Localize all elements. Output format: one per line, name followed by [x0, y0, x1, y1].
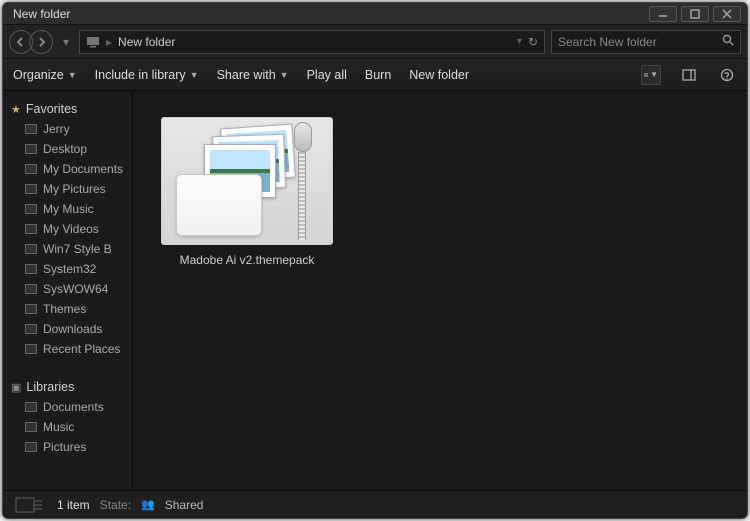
star-icon: ★: [11, 103, 21, 116]
sidebar-item-system32[interactable]: System32: [3, 259, 132, 279]
sidebar-item-label: My Music: [43, 202, 94, 216]
forward-button[interactable]: [29, 30, 53, 54]
sidebar-item-my-videos[interactable]: My Videos: [3, 219, 132, 239]
libraries-header[interactable]: ▣ Libraries: [3, 377, 132, 397]
titlebar: New folder: [3, 3, 747, 25]
favorites-label: Favorites: [26, 102, 77, 116]
folder-icon: [25, 224, 37, 234]
libraries-label: Libraries: [26, 380, 74, 394]
folder-icon: [25, 184, 37, 194]
sidebar-item-pictures[interactable]: Pictures: [3, 437, 132, 457]
history-dropdown[interactable]: ▾: [59, 35, 73, 49]
sidebar-item-label: Pictures: [43, 440, 86, 454]
sidebar-item-label: Jerry: [43, 122, 70, 136]
include-in-library-menu[interactable]: Include in library▼: [95, 68, 199, 82]
sidebar-item-win7-style-b[interactable]: Win7 Style B: [3, 239, 132, 259]
sidebar-item-label: Downloads: [43, 322, 102, 336]
zipper-icon: [290, 118, 314, 244]
sidebar-item-syswow64[interactable]: SysWOW64: [3, 279, 132, 299]
sidebar-item-label: My Documents: [43, 162, 123, 176]
breadcrumb-separator-icon: ▸: [106, 35, 112, 49]
folder-icon: [25, 304, 37, 314]
search-input[interactable]: [558, 35, 722, 49]
library-icon: [25, 422, 37, 432]
sidebar-item-documents[interactable]: Documents: [3, 397, 132, 417]
folder-icon: [25, 284, 37, 294]
share-with-menu[interactable]: Share with▼: [217, 68, 289, 82]
command-bar: Organize▼ Include in library▼ Share with…: [3, 59, 747, 91]
folder-icon: [25, 124, 37, 134]
sidebar-item-label: System32: [43, 262, 96, 276]
sidebar-item-my-music[interactable]: My Music: [3, 199, 132, 219]
sidebar-item-label: Recent Places: [43, 342, 120, 356]
details-pane-icon: [11, 494, 47, 516]
chevron-down-icon: ▼: [68, 70, 77, 80]
new-folder-button[interactable]: New folder: [409, 68, 469, 82]
sidebar-item-music[interactable]: Music: [3, 417, 132, 437]
sidebar-item-my-documents[interactable]: My Documents: [3, 159, 132, 179]
window-controls: [649, 6, 741, 22]
library-icon: [25, 442, 37, 452]
address-bar[interactable]: ▸ New folder ▾ ↻: [79, 30, 545, 54]
sidebar-item-downloads[interactable]: Downloads: [3, 319, 132, 339]
sidebar-item-jerry[interactable]: Jerry: [3, 119, 132, 139]
play-all-button[interactable]: Play all: [307, 68, 347, 82]
sidebar-item-label: My Videos: [43, 222, 99, 236]
libraries-icon: ▣: [11, 381, 21, 394]
file-name: Madobe Ai v2.themepack: [157, 253, 337, 267]
sidebar-item-label: SysWOW64: [43, 282, 108, 296]
folder-icon: [25, 164, 37, 174]
minimize-button[interactable]: [649, 6, 677, 22]
sidebar-item-desktop[interactable]: Desktop: [3, 139, 132, 159]
status-bar: 1 item State: 👥 Shared: [3, 490, 747, 518]
window-title: New folder: [13, 7, 649, 21]
breadcrumb[interactable]: New folder: [118, 35, 175, 49]
folder-icon: [25, 324, 37, 334]
file-item[interactable]: Madobe Ai v2.themepack: [161, 117, 333, 267]
address-dropdown[interactable]: ▾: [517, 36, 522, 47]
computer-icon: [86, 35, 100, 49]
folder-icon: [25, 264, 37, 274]
sidebar-item-my-pictures[interactable]: My Pictures: [3, 179, 132, 199]
library-icon: [25, 402, 37, 412]
change-view-button[interactable]: ▼: [641, 65, 661, 85]
explorer-window: New folder ▾ ▸ New folder ▾ ↻: [2, 2, 748, 519]
sidebar-item-label: Win7 Style B: [43, 242, 112, 256]
sidebar-item-label: Themes: [43, 302, 86, 316]
search-icon[interactable]: [722, 34, 734, 49]
chevron-down-icon: ▼: [650, 70, 658, 79]
navigation-bar: ▾ ▸ New folder ▾ ↻: [3, 25, 747, 59]
chevron-down-icon: ▼: [190, 70, 199, 80]
sidebar-item-themes[interactable]: Themes: [3, 299, 132, 319]
chevron-down-icon: ▼: [280, 70, 289, 80]
organize-menu[interactable]: Organize▼: [13, 68, 77, 82]
folder-icon: [25, 344, 37, 354]
burn-button[interactable]: Burn: [365, 68, 391, 82]
favorites-header[interactable]: ★ Favorites: [3, 99, 132, 119]
sidebar-item-label: Music: [43, 420, 74, 434]
themepack-icon: [161, 117, 333, 245]
preview-pane-button[interactable]: [679, 65, 699, 85]
state-label: State:: [100, 498, 131, 512]
sidebar-item-label: Desktop: [43, 142, 87, 156]
item-count: 1 item: [57, 498, 90, 512]
items-view[interactable]: Madobe Ai v2.themepack: [133, 91, 747, 490]
sidebar-item-label: My Pictures: [43, 182, 106, 196]
shared-icon: 👥: [141, 498, 155, 511]
close-button[interactable]: [713, 6, 741, 22]
sidebar-item-recent-places[interactable]: Recent Places: [3, 339, 132, 359]
search-box[interactable]: [551, 30, 741, 54]
folder-icon: [25, 204, 37, 214]
help-button[interactable]: [717, 65, 737, 85]
body: ★ Favorites Jerry Desktop My Documents My P…: [3, 91, 747, 490]
navigation-pane[interactable]: ★ Favorites Jerry Desktop My Documents My P…: [3, 91, 133, 490]
history-buttons: [9, 30, 53, 54]
state-value: Shared: [165, 498, 204, 512]
maximize-button[interactable]: [681, 6, 709, 22]
folder-icon: [25, 144, 37, 154]
refresh-button[interactable]: ↻: [528, 35, 538, 49]
sidebar-item-label: Documents: [43, 400, 104, 414]
folder-icon: [25, 244, 37, 254]
